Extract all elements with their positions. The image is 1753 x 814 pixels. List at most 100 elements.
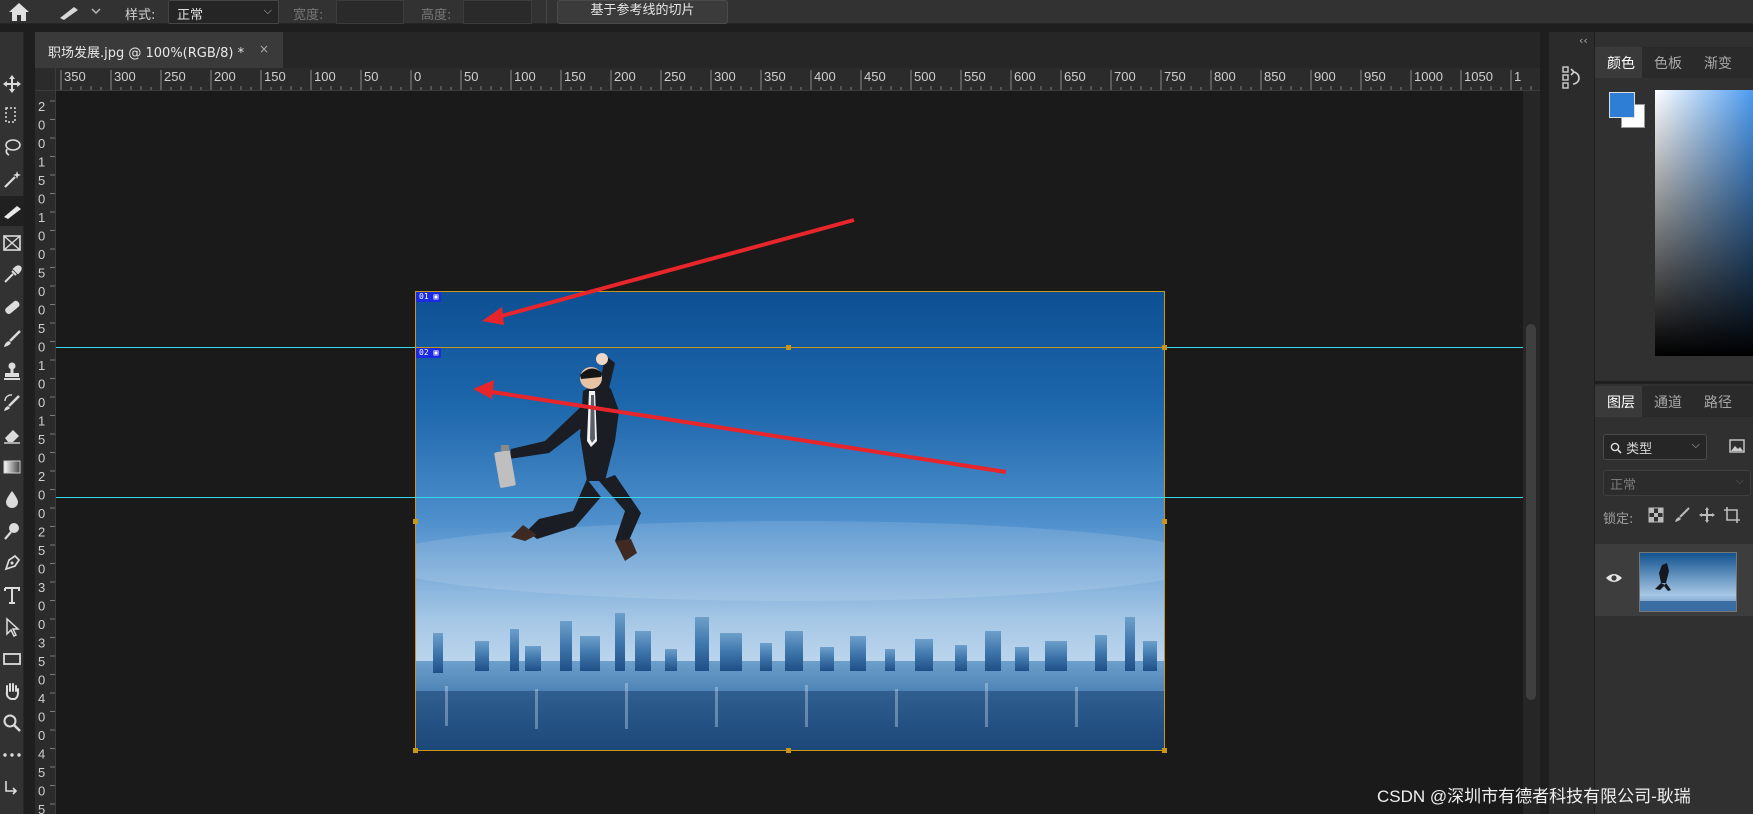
hand-tool[interactable] [0, 676, 24, 706]
history-brush-icon [4, 394, 20, 411]
expand-panels-icon[interactable]: ‹‹ [1579, 34, 1588, 47]
history-brush-tool[interactable] [0, 388, 24, 418]
gradient-tool[interactable] [0, 452, 24, 482]
scroll-thumb[interactable] [1526, 324, 1536, 700]
slice-knife-icon [4, 206, 21, 219]
vertical-ruler-ticks: 2 0 0 1 5 0 1 0 0 5 0 0 5 0 1 0 0 1 5 0 2 0 0 2 5 0 3 0 0 3 5 0 4 0 0 4 5 0 5 [38, 99, 55, 814]
slices-from-guides-button[interactable]: 基于参考线的切片 [557, 0, 728, 24]
ruler-tick-label: 4 [38, 747, 45, 762]
blur-tool[interactable] [0, 484, 24, 514]
lasso-tool[interactable] [0, 132, 24, 162]
vertical-ruler[interactable]: 2 0 0 1 5 0 1 0 0 5 0 0 5 0 1 0 0 1 5 0 2 0 0 2 5 0 3 0 0 3 5 0 4 0 0 4 5 0 5 [35, 91, 56, 814]
height-label: 高度: [421, 8, 452, 23]
horizontal-ruler[interactable]: 350 300 250 200 150 100 50 0 50 100 150 200 250 300 35… [35, 68, 1540, 91]
clone-stamp-tool[interactable] [0, 356, 24, 386]
eyedropper-icon [4, 265, 22, 283]
document-tab[interactable]: 职场发展.jpg @ 100%(RGB/8) * × [35, 32, 283, 68]
style-select[interactable]: 正常 ⌵ [168, 0, 279, 24]
filter-pixel-layers-button[interactable] [1727, 436, 1747, 456]
blend-mode-select[interactable]: 正常 ⌵ [1603, 470, 1751, 496]
slice-tool[interactable] [0, 196, 24, 226]
tab-channels[interactable]: 通道 [1642, 386, 1692, 417]
tab-paths[interactable]: 路径 [1692, 386, 1753, 417]
ruler-tick-label: 200 [214, 69, 236, 84]
ruler-tick-label: 850 [1264, 69, 1286, 84]
tab-layers[interactable]: 图层 [1595, 386, 1642, 417]
ruler-tick-label: 250 [664, 69, 686, 84]
checkerboard-icon [1648, 507, 1664, 523]
ruler-tick-label: 600 [1014, 69, 1036, 84]
more-tools[interactable] [0, 740, 24, 770]
layer-row-background[interactable] [1595, 544, 1753, 616]
ruler-tick-label: 3 [38, 580, 45, 595]
filter-type-label: 类型 [1626, 442, 1653, 457]
bandage-icon [5, 300, 20, 314]
height-field[interactable] [463, 0, 532, 24]
swap-colors[interactable] [0, 772, 24, 802]
tab-swatches[interactable]: 色板 [1642, 47, 1692, 78]
panel-divider [1595, 381, 1753, 384]
eye-icon[interactable] [1605, 570, 1623, 584]
brush-icon [1675, 507, 1690, 522]
canvas-area[interactable]: 01 ▣ 02 ▣ [56, 91, 1523, 814]
eraser-tool[interactable] [0, 420, 24, 450]
layer-thumbnail[interactable] [1639, 552, 1737, 612]
ruler-tick-label: 900 [1314, 69, 1336, 84]
rectangle-tool[interactable] [0, 644, 24, 674]
move-tool[interactable] [0, 69, 24, 99]
magic-wand-tool[interactable] [0, 164, 24, 194]
dodge-tool[interactable] [0, 516, 24, 546]
width-field[interactable] [336, 0, 404, 24]
ruler-tick-label: 0 [38, 599, 45, 614]
tab-color[interactable]: 颜色 [1595, 47, 1642, 78]
type-tool[interactable] [0, 580, 24, 610]
ruler-tick-label: 0 [414, 69, 421, 84]
marquee-tool[interactable] [0, 100, 24, 130]
ruler-tick-label: 0 [38, 377, 45, 392]
color-picker-field[interactable] [1655, 90, 1753, 356]
stamp-icon [4, 362, 20, 380]
right-panel: 颜色 色板 渐变 图层 通道 路径 类型 ⌵ 正常 ⌵ 锁定: [1595, 32, 1753, 814]
ruler-tick-label: 200 [614, 69, 636, 84]
ruler-tick-label: 0 [38, 395, 45, 410]
ruler-tick-label: 5 [38, 802, 45, 814]
chevron-down-icon: ⌵ [1691, 438, 1700, 451]
close-icon[interactable]: × [259, 42, 269, 56]
pen-tool[interactable] [0, 548, 24, 578]
lock-transparent-pixels-button[interactable] [1647, 506, 1665, 524]
ruler-tick-label: 150 [564, 69, 586, 84]
path-selection-tool[interactable] [0, 612, 24, 642]
ruler-tick-label: 5 [38, 765, 45, 780]
ruler-tick-label: 2 [38, 469, 45, 484]
zoom-tool[interactable] [0, 708, 24, 738]
ruler-tick-label: 5 [38, 173, 45, 188]
lock-artboard-button[interactable] [1723, 506, 1741, 524]
style-value: 正常 [177, 8, 204, 23]
ruler-tick-label: 0 [38, 136, 45, 151]
dodge-icon [4, 523, 19, 540]
vertical-scrollbar[interactable] [1523, 91, 1540, 814]
lock-image-pixels-button[interactable] [1673, 506, 1691, 524]
hand-icon [5, 683, 19, 700]
chevron-down-icon: ⌵ [263, 4, 272, 17]
ruler-tick-label: 0 [38, 617, 45, 632]
options-divider [546, 0, 547, 24]
ruler-tick-label: 0 [38, 488, 45, 503]
home-button[interactable] [0, 0, 40, 24]
marquee-icon [5, 107, 16, 123]
history-panel-button[interactable] [1561, 64, 1583, 90]
tab-gradients[interactable]: 渐变 [1692, 47, 1753, 78]
brush-tool[interactable] [0, 324, 24, 354]
rectangle-icon [3, 653, 21, 665]
eyedropper-tool[interactable] [0, 260, 24, 290]
style-label: 样式: [125, 8, 156, 23]
lock-position-button[interactable] [1698, 506, 1716, 524]
ruler-tick-label: 650 [1064, 69, 1086, 84]
layer-filter-select[interactable]: 类型 ⌵ [1603, 434, 1707, 460]
ruler-tick-label: 1050 [1464, 69, 1493, 84]
frame-tool[interactable] [0, 228, 24, 258]
foreground-color-swatch-front[interactable] [1609, 92, 1635, 118]
healing-brush-tool[interactable] [0, 292, 24, 322]
tool-preset-picker[interactable] [52, 2, 112, 22]
document-title: 职场发展.jpg @ 100%(RGB/8) * [48, 46, 245, 61]
